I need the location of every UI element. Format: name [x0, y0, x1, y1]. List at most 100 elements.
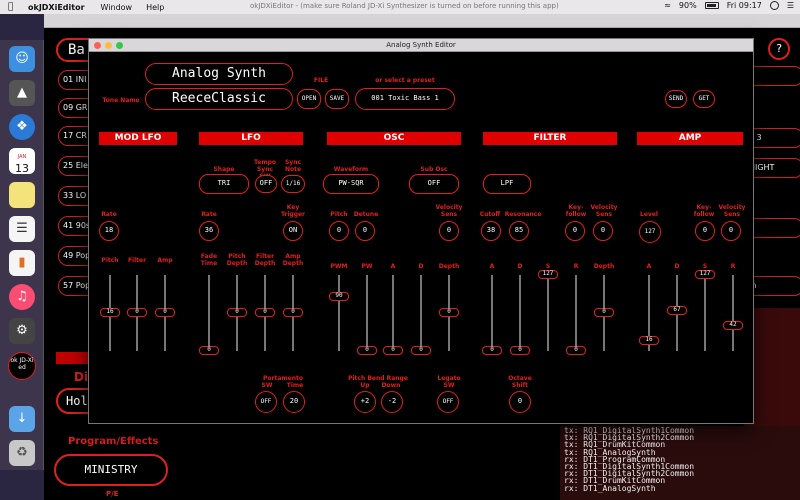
tempo-sync-button[interactable]: OFF	[255, 175, 277, 193]
slider-track-flt-r[interactable]	[575, 275, 577, 351]
save-button[interactable]: SAVE	[325, 89, 349, 109]
calendar-icon[interactable]: JAN 13	[9, 148, 35, 175]
slider-handle-mod-filter[interactable]: 0	[127, 308, 147, 317]
slider-handle-lfo-fade[interactable]: 0	[199, 346, 219, 355]
slider-handle-flt-r[interactable]: 0	[566, 346, 586, 355]
portamento-time-knob[interactable]: 20	[283, 391, 305, 413]
okjdxi-app-icon[interactable]: ok JD-Xi ed	[8, 352, 36, 380]
program-preset-button[interactable]: MINISTRY	[54, 454, 168, 486]
slider-track-osc-pw[interactable]	[366, 275, 368, 351]
portamento-time-label: Time	[286, 382, 304, 389]
slider-handle-flt-d[interactable]: 0	[510, 346, 530, 355]
slider-handle-osc-pwm[interactable]: 90	[329, 292, 349, 302]
help-button[interactable]: ?	[768, 38, 790, 60]
preset-select[interactable]: 001 Toxic Bass 1	[355, 88, 455, 110]
tone-name-field[interactable]: ReeceClassic	[145, 88, 293, 110]
safari-icon[interactable]: ❖	[9, 114, 35, 140]
zoom-window-button[interactable]	[116, 42, 123, 49]
system-prefs-icon[interactable]: ⚙	[9, 318, 35, 344]
spotlight-icon[interactable]	[769, 1, 779, 10]
open-button[interactable]: OPEN	[297, 89, 321, 109]
slider-track-amp-s[interactable]	[704, 275, 706, 351]
portamento-label: Portamento	[263, 375, 303, 382]
osc-pitch-label: Pitch	[330, 211, 348, 218]
octave-shift-knob[interactable]: 0	[509, 391, 531, 413]
lfo-header: LFO	[199, 132, 303, 145]
cutoff-label: Cutoff	[479, 211, 501, 218]
slider-handle-amp-s[interactable]: 127	[695, 270, 715, 279]
close-window-button[interactable]	[94, 42, 101, 49]
slider-handle-osc-depth[interactable]: 0	[439, 308, 459, 317]
trash-icon[interactable]: ♻	[9, 440, 35, 466]
slider-handle-amp-r[interactable]: 42	[723, 320, 743, 330]
key-trigger-button[interactable]: ON	[283, 221, 303, 241]
pitch-bend-up-knob[interactable]: +2	[354, 391, 376, 413]
slider-track-lfo-fade[interactable]	[208, 275, 210, 351]
waveform-select[interactable]: PW-SQR	[323, 174, 379, 194]
cutoff-knob[interactable]: 38	[481, 221, 501, 241]
slider-handle-lfo-pitch[interactable]: 0	[227, 308, 247, 317]
wifi-icon[interactable]: ≈	[664, 1, 671, 10]
menu-window[interactable]: Window	[101, 3, 133, 12]
lfo-rate-knob[interactable]: 36	[199, 221, 219, 241]
launchpad-icon[interactable]: ▲	[9, 80, 35, 106]
resonance-knob[interactable]: 85	[509, 221, 529, 241]
notes-icon[interactable]	[9, 182, 35, 208]
legato-button[interactable]: OFF	[437, 391, 459, 413]
slider-handle-osc-pw[interactable]: 0	[357, 346, 377, 355]
slider-handle-flt-s[interactable]: 127	[538, 270, 558, 279]
minimize-window-button[interactable]	[105, 42, 112, 49]
section-tab[interactable]	[56, 352, 92, 364]
lfo-shape-select[interactable]: TRI	[199, 174, 249, 194]
apple-icon[interactable]: 	[8, 2, 18, 12]
osc-detune-label: Detune	[353, 211, 379, 218]
slider-track-flt-d[interactable]	[519, 275, 521, 351]
pitch-bend-down-knob[interactable]: -2	[381, 391, 403, 413]
slider-track-amp-r[interactable]	[732, 275, 734, 351]
slider-handle-osc-a[interactable]: 0	[383, 346, 403, 355]
send-button[interactable]: SEND	[665, 90, 687, 108]
slider-track-flt-s[interactable]	[547, 275, 549, 351]
mod-lfo-rate-knob[interactable]: 18	[99, 221, 119, 241]
slider-handle-flt-a[interactable]: 0	[482, 346, 502, 355]
reminders-icon[interactable]: ☰	[9, 216, 35, 242]
slider-handle-lfo-filter[interactable]: 0	[255, 308, 275, 317]
amp-level-knob[interactable]: 127	[639, 221, 661, 243]
lfo-shape-label: Shape	[213, 166, 235, 173]
slider-handle-lfo-amp[interactable]: 0	[283, 308, 303, 317]
slider-track-osc-pwm[interactable]	[338, 275, 340, 351]
downloads-folder-icon[interactable]: ↓	[9, 406, 35, 432]
music-icon[interactable]: ♫	[9, 284, 35, 310]
sub-osc-select[interactable]: OFF	[409, 174, 459, 194]
notification-center-icon[interactable]: ☰	[787, 1, 794, 10]
amp-keyfollow-label: Key-follow	[693, 204, 715, 218]
slider-track-osc-d[interactable]	[420, 275, 422, 351]
filter-keyfollow-knob[interactable]: 0	[565, 221, 585, 241]
slider-track-flt-a[interactable]	[491, 275, 493, 351]
osc-detune-knob[interactable]: 0	[355, 221, 375, 241]
portamento-sw-button[interactable]: OFF	[255, 391, 277, 413]
clock[interactable]: Fri 09:17	[727, 1, 762, 10]
filter-type-select[interactable]: LPF	[483, 174, 531, 194]
amp-vel-sens-knob[interactable]: 0	[721, 221, 741, 241]
numbers-icon[interactable]: ▮	[9, 250, 35, 276]
amp-keyfollow-knob[interactable]: 0	[695, 221, 715, 241]
filter-vel-sens-knob[interactable]: 0	[593, 221, 613, 241]
slider-handle-amp-d[interactable]: 67	[667, 305, 687, 315]
slider-track-osc-a[interactable]	[392, 275, 394, 351]
slider-handle-mod-pitch[interactable]: 16	[100, 308, 120, 317]
get-button[interactable]: GET	[693, 90, 715, 108]
osc-pitch-knob[interactable]: 0	[329, 221, 349, 241]
slider-handle-osc-d[interactable]: 0	[411, 346, 431, 355]
portamento-sw-label: SW	[261, 382, 273, 389]
slider-handle-amp-a[interactable]: 16	[639, 336, 659, 346]
slider-handle-mod-amp[interactable]: 0	[155, 308, 175, 317]
battery-icon[interactable]	[704, 2, 719, 9]
file-label: FILE	[313, 77, 329, 84]
sync-note-select[interactable]: 1/16	[281, 175, 305, 193]
menu-help[interactable]: Help	[146, 3, 164, 12]
slider-handle-flt-depth[interactable]: 0	[594, 308, 614, 317]
app-menu[interactable]: okJDXiEditor	[28, 3, 85, 12]
osc-vel-sens-knob[interactable]: 0	[439, 221, 459, 241]
finder-icon[interactable]: ☺	[9, 46, 35, 72]
